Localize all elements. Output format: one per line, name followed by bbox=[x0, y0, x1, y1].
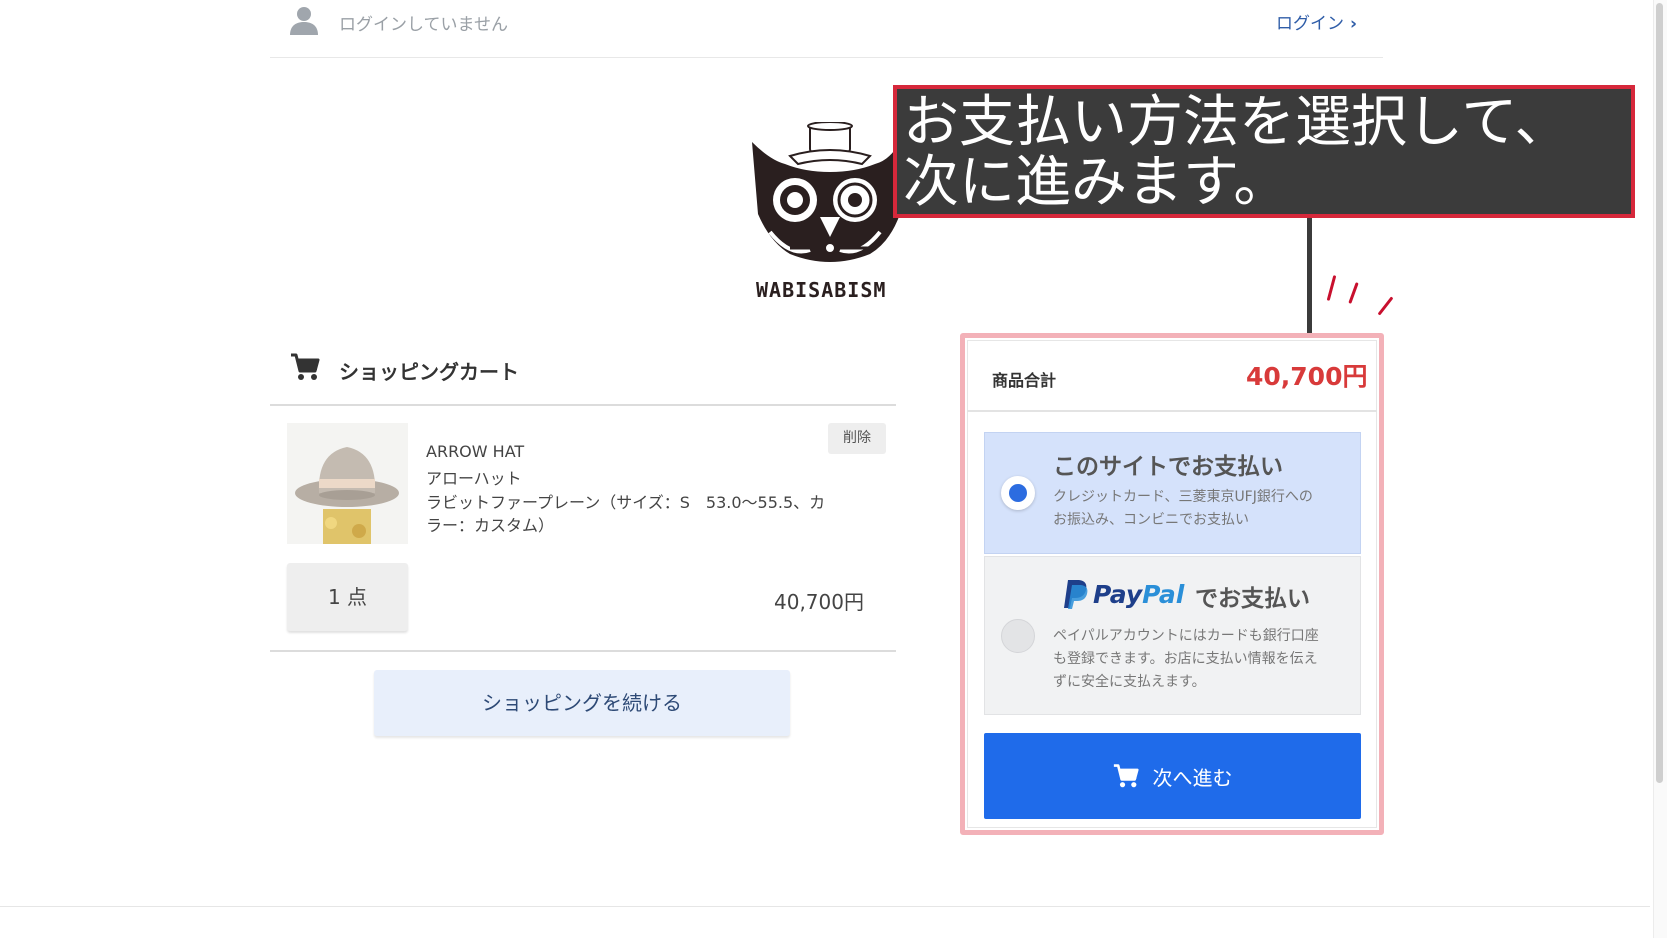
summary-divider bbox=[967, 410, 1377, 412]
cart-title: ショッピングカート bbox=[339, 360, 519, 384]
scrollbar-thumb[interactable] bbox=[1656, 3, 1663, 783]
paypal-wordmark: PayPal bbox=[1093, 580, 1184, 609]
radio-selected-icon[interactable] bbox=[1001, 476, 1035, 510]
brand-wordmark: WABISABISM bbox=[756, 278, 887, 302]
quantity-display[interactable]: 1 点 bbox=[287, 563, 408, 631]
user-icon bbox=[290, 7, 318, 35]
continue-shopping-button[interactable]: ショッピングを続ける bbox=[374, 670, 790, 736]
product-variant-line-2: ラー：カスタム） bbox=[426, 516, 555, 535]
next-step-button[interactable]: 次へ進む bbox=[984, 733, 1361, 819]
emphasis-mark bbox=[1377, 296, 1394, 316]
chevron-right-icon: › bbox=[1350, 14, 1358, 34]
emphasis-mark bbox=[1326, 275, 1337, 301]
cart-bottom-divider bbox=[270, 650, 896, 652]
paypal-wordmark-pal: Pal bbox=[1142, 580, 1185, 609]
cart-icon bbox=[1113, 764, 1139, 788]
product-thumbnail[interactable] bbox=[287, 423, 408, 544]
cart-icon bbox=[291, 353, 320, 380]
callout-line-2: 次に進みます。 bbox=[903, 150, 1290, 215]
radio-unselected-icon[interactable] bbox=[1001, 619, 1035, 653]
login-link-label: ログイン bbox=[1276, 14, 1344, 34]
product-variant-line-1: ラビットファープレーン（サイズ：S 53.0〜55.5、カ bbox=[426, 493, 826, 512]
owl-logo-icon bbox=[752, 122, 900, 262]
paypal-wordmark-pay: Pay bbox=[1093, 580, 1143, 609]
payment-option-site-title: このサイトでお支払い bbox=[1053, 454, 1283, 480]
product-name-en[interactable]: ARROW HAT bbox=[426, 442, 524, 461]
callout-line-1: お支払い方法を選択して、 bbox=[903, 90, 1571, 155]
payment-option-paypal-desc-3: ずに安全に支払えます。 bbox=[1053, 674, 1206, 690]
payment-option-site-desc-1: クレジットカード、三菱東京UFJ銀行への bbox=[1053, 489, 1313, 505]
footer-divider bbox=[0, 906, 1650, 907]
product-name-ja: アローハット bbox=[426, 469, 522, 488]
subtotal-label: 商品合計 bbox=[992, 371, 1057, 390]
emphasis-mark bbox=[1348, 282, 1359, 304]
delete-button[interactable]: 削除 bbox=[828, 423, 886, 454]
payment-option-paypal-desc-1: ペイパルアカウントにはカードも銀行口座 bbox=[1053, 628, 1319, 644]
line-item-price: 40,700円 bbox=[774, 590, 864, 614]
login-status-text: ログインしていません bbox=[339, 15, 508, 35]
payment-option-paypal-title: でお支払い bbox=[1195, 586, 1310, 612]
login-link[interactable]: ログイン › bbox=[1276, 9, 1357, 34]
instruction-callout: お支払い方法を選択して、 次に進みます。 bbox=[893, 85, 1635, 218]
cart-divider bbox=[270, 404, 896, 406]
callout-pointer-line bbox=[1307, 218, 1312, 334]
payment-option-site-desc-2: お振込み、コンビニでお支払い bbox=[1053, 512, 1249, 528]
next-step-label: 次へ進む bbox=[1152, 765, 1233, 790]
payment-option-paypal-desc-2: も登録できます。お店に支払い情報を伝え bbox=[1053, 651, 1318, 667]
paypal-icon bbox=[1064, 580, 1088, 609]
subtotal-value: 40,700円 bbox=[1246, 362, 1368, 391]
header-divider bbox=[270, 57, 1383, 58]
